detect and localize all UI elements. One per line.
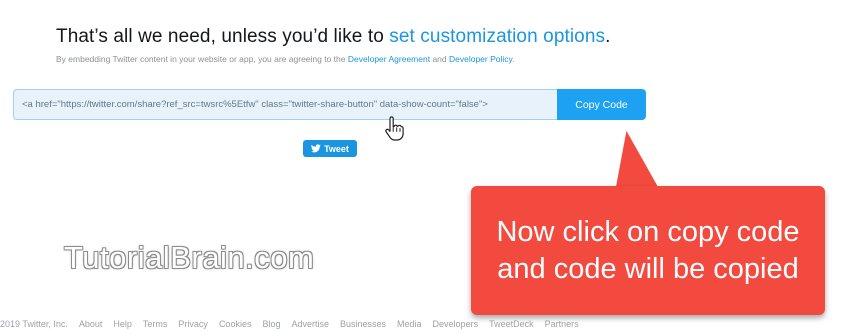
- footer-link-businesses[interactable]: Businesses: [340, 319, 386, 331]
- developer-policy-link[interactable]: Developer Policy: [449, 54, 512, 64]
- footer-link-about[interactable]: About: [79, 319, 103, 331]
- footer-link-advertise[interactable]: Advertise: [291, 319, 329, 331]
- footer-link-cookies[interactable]: Cookies: [219, 319, 252, 331]
- callout-pointer: [613, 127, 663, 193]
- developer-agreement-link[interactable]: Developer Agreement: [348, 54, 430, 64]
- footer: 2019 Twitter, Inc. About Help Terms Priv…: [0, 319, 848, 331]
- footer-link-media[interactable]: Media: [397, 319, 422, 331]
- footer-link-developers[interactable]: Developers: [433, 319, 479, 331]
- tweet-button-label: Tweet: [324, 143, 349, 154]
- customization-options-link[interactable]: set customization options: [389, 26, 605, 47]
- instruction-callout: Now click on copy code and code will be …: [471, 186, 825, 315]
- footer-link-terms[interactable]: Terms: [143, 319, 168, 331]
- footer-link-tweetdeck[interactable]: TweetDeck: [489, 319, 534, 331]
- page-heading: That’s all we need, unless you’d like to…: [56, 26, 611, 48]
- footer-copyright: 2019 Twitter, Inc.: [0, 319, 68, 329]
- agreement-text: By embedding Twitter content in your web…: [56, 54, 348, 64]
- footer-link-privacy[interactable]: Privacy: [178, 319, 208, 331]
- embed-code-input[interactable]: [13, 89, 559, 120]
- footer-link-help[interactable]: Help: [113, 319, 132, 331]
- heading-suffix: .: [605, 26, 611, 47]
- agreement-notice: By embedding Twitter content in your web…: [56, 54, 515, 64]
- tweet-button[interactable]: Tweet: [303, 140, 357, 157]
- watermark: TutorialBrain.com: [64, 240, 315, 275]
- footer-link-blog[interactable]: Blog: [262, 319, 280, 331]
- copy-code-button[interactable]: Copy Code: [557, 89, 646, 120]
- hand-pointer-icon: [385, 116, 404, 141]
- agreement-suffix: .: [512, 54, 515, 64]
- footer-link-partners[interactable]: Partners: [545, 319, 579, 331]
- agreement-and: and: [430, 54, 449, 64]
- heading-text: That’s all we need, unless you’d like to: [56, 26, 390, 47]
- twitter-bird-icon: [311, 144, 321, 153]
